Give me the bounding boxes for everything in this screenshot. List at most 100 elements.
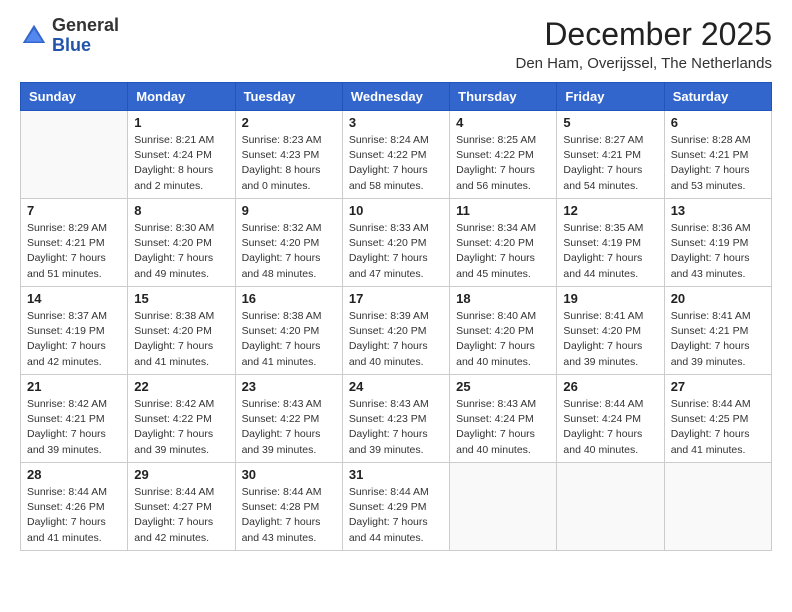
- day-info: Sunrise: 8:24 AM Sunset: 4:22 PM Dayligh…: [349, 133, 443, 194]
- day-number: 30: [242, 467, 336, 482]
- day-info: Sunrise: 8:25 AM Sunset: 4:22 PM Dayligh…: [456, 133, 550, 194]
- day-info: Sunrise: 8:42 AM Sunset: 4:22 PM Dayligh…: [134, 397, 228, 458]
- calendar-cell: [664, 463, 771, 551]
- day-number: 16: [242, 291, 336, 306]
- day-info: Sunrise: 8:42 AM Sunset: 4:21 PM Dayligh…: [27, 397, 121, 458]
- day-number: 13: [671, 203, 765, 218]
- day-header-monday: Monday: [128, 83, 235, 111]
- day-number: 15: [134, 291, 228, 306]
- day-info: Sunrise: 8:23 AM Sunset: 4:23 PM Dayligh…: [242, 133, 336, 194]
- day-info: Sunrise: 8:41 AM Sunset: 4:20 PM Dayligh…: [563, 309, 657, 370]
- day-number: 31: [349, 467, 443, 482]
- calendar-cell: 24Sunrise: 8:43 AM Sunset: 4:23 PM Dayli…: [342, 375, 449, 463]
- day-info: Sunrise: 8:44 AM Sunset: 4:24 PM Dayligh…: [563, 397, 657, 458]
- day-number: 12: [563, 203, 657, 218]
- day-header-thursday: Thursday: [450, 83, 557, 111]
- calendar-cell: 29 Sunrise: 8:44 AM Sunset: 4:27 PM Dayli…: [128, 463, 235, 551]
- day-number: 23: [242, 379, 336, 394]
- calendar-cell: [557, 463, 664, 551]
- day-info: Sunrise: 8:44 AM Sunset: 4:29 PM Dayligh…: [349, 485, 443, 546]
- calendar-cell: 2 Sunrise: 8:23 AM Sunset: 4:23 PM Daylig…: [235, 111, 342, 199]
- day-info: Sunrise: 8:36 AM Sunset: 4:19 PM Dayligh…: [671, 221, 765, 282]
- day-number: 11: [456, 203, 550, 218]
- day-info: Sunrise: 8:32 AM Sunset: 4:20 PM Dayligh…: [242, 221, 336, 282]
- day-info: Sunrise: 8:44 AM Sunset: 4:25 PM Dayligh…: [671, 397, 765, 458]
- day-number: 9: [242, 203, 336, 218]
- calendar-cell: 13 Sunrise: 8:36 AM Sunset: 4:19 PM Dayli…: [664, 199, 771, 287]
- calendar-cell: 10 Sunrise: 8:33 AM Sunset: 4:20 PM Dayli…: [342, 199, 449, 287]
- day-header-friday: Friday: [557, 83, 664, 111]
- calendar-cell: 25 Sunrise: 8:43 AM Sunset: 4:24 PM Dayli…: [450, 375, 557, 463]
- day-info: Sunrise: 8:27 AM Sunset: 4:21 PM Dayligh…: [563, 133, 657, 194]
- calendar-cell: 6 Sunrise: 8:28 AM Sunset: 4:21 PM Daylig…: [664, 111, 771, 199]
- day-info: Sunrise: 8:43 AM Sunset: 4:22 PM Dayligh…: [242, 397, 336, 458]
- days-header-row: SundayMondayTuesdayWednesdayThursdayFrid…: [21, 83, 772, 111]
- calendar-cell: 19 Sunrise: 8:41 AM Sunset: 4:20 PM Dayli…: [557, 287, 664, 375]
- day-number: 27: [671, 379, 765, 394]
- day-info: Sunrise: 8:41 AM Sunset: 4:21 PM Dayligh…: [671, 309, 765, 370]
- day-info: Sunrise: 8:30 AM Sunset: 4:20 PM Dayligh…: [134, 221, 228, 282]
- calendar-cell: 31 Sunrise: 8:44 AM Sunset: 4:29 PM Dayli…: [342, 463, 449, 551]
- day-header-tuesday: Tuesday: [235, 83, 342, 111]
- calendar-cell: 3 Sunrise: 8:24 AM Sunset: 4:22 PM Daylig…: [342, 111, 449, 199]
- day-number: 1: [134, 115, 228, 130]
- calendar-cell: 20 Sunrise: 8:41 AM Sunset: 4:21 PM Dayli…: [664, 287, 771, 375]
- calendar-cell: 30 Sunrise: 8:44 AM Sunset: 4:28 PM Dayli…: [235, 463, 342, 551]
- day-info: Sunrise: 8:44 AM Sunset: 4:28 PM Dayligh…: [242, 485, 336, 546]
- day-info: Sunrise: 8:44 AM Sunset: 4:27 PM Dayligh…: [134, 485, 228, 546]
- day-info: Sunrise: 8:33 AM Sunset: 4:20 PM Dayligh…: [349, 221, 443, 282]
- calendar-cell: 4 Sunrise: 8:25 AM Sunset: 4:22 PM Daylig…: [450, 111, 557, 199]
- location-title: Den Ham, Overijssel, The Netherlands: [516, 55, 773, 72]
- calendar-cell: 14 Sunrise: 8:37 AM Sunset: 4:19 PM Dayli…: [21, 287, 128, 375]
- day-info: Sunrise: 8:29 AM Sunset: 4:21 PM Dayligh…: [27, 221, 121, 282]
- week-row-5: 28Sunrise: 8:44 AM Sunset: 4:26 PM Dayli…: [21, 463, 772, 551]
- day-number: 28: [27, 467, 121, 482]
- day-info: Sunrise: 8:43 AM Sunset: 4:23 PM Dayligh…: [349, 397, 443, 458]
- day-number: 6: [671, 115, 765, 130]
- day-info: Sunrise: 8:35 AM Sunset: 4:19 PM Dayligh…: [563, 221, 657, 282]
- calendar-cell: 26 Sunrise: 8:44 AM Sunset: 4:24 PM Dayli…: [557, 375, 664, 463]
- day-header-sunday: Sunday: [21, 83, 128, 111]
- day-info: Sunrise: 8:28 AM Sunset: 4:21 PM Dayligh…: [671, 133, 765, 194]
- calendar-cell: 15 Sunrise: 8:38 AM Sunset: 4:20 PM Dayli…: [128, 287, 235, 375]
- day-header-wednesday: Wednesday: [342, 83, 449, 111]
- logo-text: General Blue: [52, 16, 119, 56]
- day-number: 10: [349, 203, 443, 218]
- day-number: 7: [27, 203, 121, 218]
- day-info: Sunrise: 8:40 AM Sunset: 4:20 PM Dayligh…: [456, 309, 550, 370]
- day-info: Sunrise: 8:43 AM Sunset: 4:24 PM Dayligh…: [456, 397, 550, 458]
- day-number: 25: [456, 379, 550, 394]
- day-number: 26: [563, 379, 657, 394]
- calendar-cell: 17Sunrise: 8:39 AM Sunset: 4:20 PM Dayli…: [342, 287, 449, 375]
- day-number: 19: [563, 291, 657, 306]
- day-number: 2: [242, 115, 336, 130]
- calendar-cell: [450, 463, 557, 551]
- day-number: 29: [134, 467, 228, 482]
- calendar-cell: 18Sunrise: 8:40 AM Sunset: 4:20 PM Dayli…: [450, 287, 557, 375]
- day-number: 14: [27, 291, 121, 306]
- calendar-table: SundayMondayTuesdayWednesdayThursdayFrid…: [20, 82, 772, 551]
- day-number: 17: [349, 291, 443, 306]
- calendar-cell: 23 Sunrise: 8:43 AM Sunset: 4:22 PM Dayli…: [235, 375, 342, 463]
- calendar-cell: 1 Sunrise: 8:21 AM Sunset: 4:24 PM Daylig…: [128, 111, 235, 199]
- calendar-cell: 28Sunrise: 8:44 AM Sunset: 4:26 PM Dayli…: [21, 463, 128, 551]
- day-info: Sunrise: 8:38 AM Sunset: 4:20 PM Dayligh…: [134, 309, 228, 370]
- day-number: 3: [349, 115, 443, 130]
- week-row-1: 1 Sunrise: 8:21 AM Sunset: 4:24 PM Daylig…: [21, 111, 772, 199]
- title-block: December 2025 Den Ham, Overijssel, The N…: [516, 16, 773, 72]
- calendar-cell: 11Sunrise: 8:34 AM Sunset: 4:20 PM Dayli…: [450, 199, 557, 287]
- day-info: Sunrise: 8:21 AM Sunset: 4:24 PM Dayligh…: [134, 133, 228, 194]
- calendar-cell: 27 Sunrise: 8:44 AM Sunset: 4:25 PM Dayli…: [664, 375, 771, 463]
- day-number: 4: [456, 115, 550, 130]
- day-number: 20: [671, 291, 765, 306]
- week-row-2: 7 Sunrise: 8:29 AM Sunset: 4:21 PM Daylig…: [21, 199, 772, 287]
- day-info: Sunrise: 8:37 AM Sunset: 4:19 PM Dayligh…: [27, 309, 121, 370]
- calendar-cell: 7 Sunrise: 8:29 AM Sunset: 4:21 PM Daylig…: [21, 199, 128, 287]
- day-number: 22: [134, 379, 228, 394]
- week-row-3: 14 Sunrise: 8:37 AM Sunset: 4:19 PM Dayli…: [21, 287, 772, 375]
- day-number: 21: [27, 379, 121, 394]
- day-number: 5: [563, 115, 657, 130]
- calendar-cell: 22 Sunrise: 8:42 AM Sunset: 4:22 PM Dayli…: [128, 375, 235, 463]
- week-row-4: 21 Sunrise: 8:42 AM Sunset: 4:21 PM Dayli…: [21, 375, 772, 463]
- logo: General Blue: [20, 16, 119, 56]
